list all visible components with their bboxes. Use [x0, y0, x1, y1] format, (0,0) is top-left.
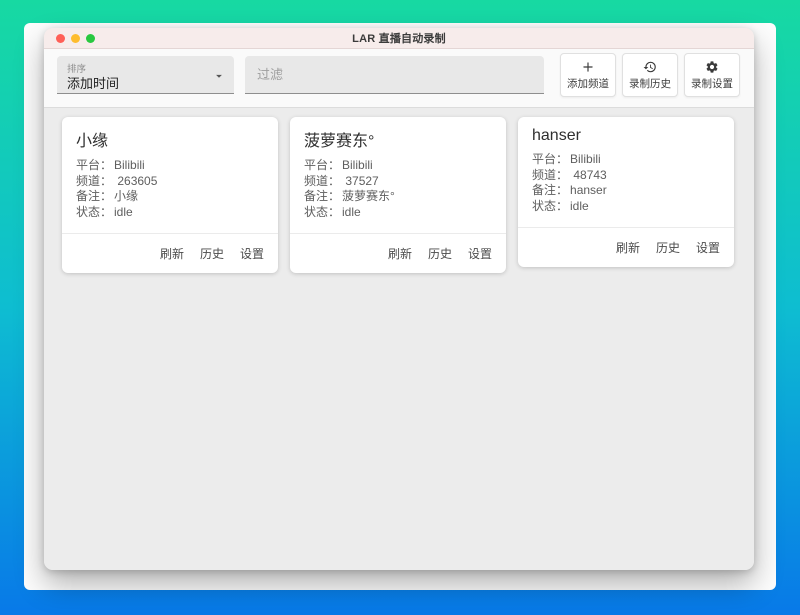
- field-label: 平台：: [304, 158, 340, 172]
- field-value: 37527: [342, 174, 379, 188]
- field-value: idle: [342, 205, 361, 219]
- settings-button[interactable]: 设置: [688, 235, 728, 260]
- recording-history-button[interactable]: 录制历史: [622, 53, 678, 97]
- field-value: 263605: [114, 174, 157, 188]
- info-row: 状态：idle: [532, 199, 720, 215]
- field-label: 备注：: [304, 189, 340, 203]
- field-value: Bilibili: [570, 152, 601, 166]
- info-row: 平台：Bilibili: [304, 158, 492, 174]
- channel-card: 小缘 平台：Bilibili 频道： 263605 备注：小缘 状态：idle …: [62, 117, 278, 273]
- plus-icon: [581, 59, 595, 74]
- close-button[interactable]: [56, 34, 65, 43]
- field-label: 状态：: [304, 205, 340, 219]
- info-row: 平台：Bilibili: [76, 158, 264, 174]
- info-row: 状态：idle: [76, 205, 264, 221]
- button-label: 录制历史: [629, 76, 671, 91]
- title-bar[interactable]: LAR 直播自动录制: [44, 28, 754, 49]
- refresh-button[interactable]: 刷新: [608, 235, 648, 260]
- field-label: 状态：: [532, 199, 568, 213]
- refresh-button[interactable]: 刷新: [152, 241, 192, 266]
- field-label: 平台：: [76, 158, 112, 172]
- field-value: Bilibili: [114, 158, 145, 172]
- info-row: 平台：Bilibili: [532, 152, 720, 168]
- field-value: 菠萝赛东°: [342, 189, 395, 203]
- channel-title: 菠萝赛东°: [304, 127, 492, 151]
- field-label: 备注：: [76, 189, 112, 203]
- toolbar: 排序 添加时间 添加频道 录制历史: [44, 49, 754, 108]
- recording-settings-button[interactable]: 录制设置: [684, 53, 740, 97]
- channel-card: 菠萝赛东° 平台：Bilibili 频道： 37527 备注：菠萝赛东° 状态：…: [290, 117, 506, 273]
- info-row: 备注：小缘: [76, 189, 264, 205]
- field-label: 频道：: [532, 168, 568, 182]
- zoom-button[interactable]: [86, 34, 95, 43]
- info-row: 频道： 263605: [76, 174, 264, 190]
- channel-title: 小缘: [76, 127, 264, 151]
- filter-input[interactable]: [245, 56, 544, 94]
- sort-select[interactable]: 排序 添加时间: [57, 56, 234, 94]
- history-button[interactable]: 历史: [192, 241, 232, 266]
- card-footer: 刷新 历史 设置: [518, 228, 734, 267]
- settings-button[interactable]: 设置: [232, 241, 272, 266]
- field-value: 小缘: [114, 189, 138, 203]
- field-value: 48743: [570, 168, 607, 182]
- field-value: idle: [570, 199, 589, 213]
- refresh-button[interactable]: 刷新: [380, 241, 420, 266]
- field-label: 状态：: [76, 205, 112, 219]
- button-label: 添加频道: [567, 76, 609, 91]
- settings-button[interactable]: 设置: [460, 241, 500, 266]
- screenshot-frame: LAR 直播自动录制 排序 添加时间 添加频道: [24, 23, 776, 590]
- card-body: 菠萝赛东° 平台：Bilibili 频道： 37527 备注：菠萝赛东° 状态：…: [290, 117, 506, 226]
- card-body: 小缘 平台：Bilibili 频道： 263605 备注：小缘 状态：idle: [62, 117, 278, 226]
- card-body: hanser 平台：Bilibili 频道： 48743 备注：hanser 状…: [518, 117, 734, 220]
- field-value: hanser: [570, 183, 607, 197]
- history-icon: [643, 59, 657, 74]
- card-footer: 刷新 历史 设置: [290, 234, 506, 273]
- field-value: Bilibili: [342, 158, 373, 172]
- history-button[interactable]: 历史: [420, 241, 460, 266]
- field-label: 平台：: [532, 152, 568, 166]
- channel-title: hanser: [532, 127, 720, 145]
- add-channel-button[interactable]: 添加频道: [560, 53, 616, 97]
- info-row: 状态：idle: [304, 205, 492, 221]
- history-button[interactable]: 历史: [648, 235, 688, 260]
- card-footer: 刷新 历史 设置: [62, 234, 278, 273]
- channel-card: hanser 平台：Bilibili 频道： 48743 备注：hanser 状…: [518, 117, 734, 267]
- app-window: LAR 直播自动录制 排序 添加时间 添加频道: [44, 28, 754, 570]
- gear-icon: [705, 59, 719, 74]
- minimize-button[interactable]: [71, 34, 80, 43]
- field-label: 备注：: [532, 183, 568, 197]
- info-row: 频道： 37527: [304, 174, 492, 190]
- info-row: 频道： 48743: [532, 168, 720, 184]
- sort-value: 添加时间: [67, 73, 119, 92]
- field-value: idle: [114, 205, 133, 219]
- field-label: 频道：: [304, 174, 340, 188]
- window-title: LAR 直播自动录制: [352, 30, 446, 46]
- traffic-lights: [56, 28, 95, 48]
- chevron-down-icon: [212, 69, 226, 83]
- button-label: 录制设置: [691, 76, 733, 91]
- info-row: 备注：hanser: [532, 183, 720, 199]
- field-label: 频道：: [76, 174, 112, 188]
- info-row: 备注：菠萝赛东°: [304, 189, 492, 205]
- card-grid: 小缘 平台：Bilibili 频道： 263605 备注：小缘 状态：idle …: [44, 108, 754, 570]
- desktop-background: LAR 直播自动录制 排序 添加时间 添加频道: [0, 0, 800, 615]
